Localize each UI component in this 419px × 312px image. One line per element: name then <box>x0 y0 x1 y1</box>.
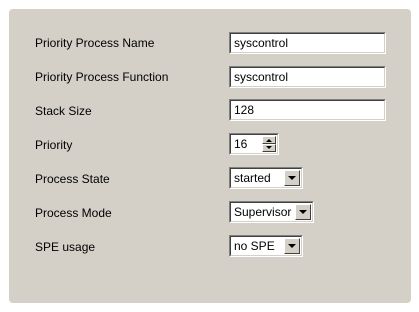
priority-process-name-row: Priority Process Name syscontrol <box>9 31 411 55</box>
priority-process-name-label: Priority Process Name <box>35 36 155 50</box>
priority-process-function-input[interactable]: syscontrol <box>229 66 386 88</box>
priority-value: 16 <box>234 137 248 151</box>
chevron-down-icon <box>288 176 296 180</box>
spin-up-icon <box>266 139 272 142</box>
process-state-label: Process State <box>35 172 110 186</box>
spin-down-icon <box>266 146 272 149</box>
process-state-value: started <box>234 171 271 185</box>
spe-usage-select[interactable]: no SPE <box>229 235 303 257</box>
process-state-select[interactable]: started <box>229 167 303 189</box>
process-state-dropdown-button[interactable] <box>284 170 300 186</box>
stack-size-label: Stack Size <box>35 104 92 118</box>
spe-usage-value: no SPE <box>234 239 275 253</box>
priority-spinner[interactable]: 16 <box>229 133 279 155</box>
priority-label: Priority <box>35 138 73 152</box>
process-mode-row: Process Mode Supervisor <box>9 201 411 225</box>
stack-size-input[interactable]: 128 <box>229 99 386 121</box>
spe-usage-label: SPE usage <box>35 240 96 254</box>
chevron-down-icon <box>299 210 307 214</box>
stack-size-value: 128 <box>234 103 255 117</box>
stack-size-row: Stack Size 128 <box>9 99 411 123</box>
process-mode-dropdown-button[interactable] <box>295 204 311 220</box>
priority-row: Priority 16 <box>9 133 411 157</box>
process-mode-select[interactable]: Supervisor <box>229 201 314 223</box>
priority-process-function-value: syscontrol <box>234 70 289 84</box>
spin-down-button[interactable] <box>262 144 276 152</box>
chevron-down-icon <box>288 244 296 248</box>
process-settings-panel: Priority Process Name syscontrol Priorit… <box>9 9 411 303</box>
process-mode-value: Supervisor <box>234 205 292 219</box>
priority-process-function-label: Priority Process Function <box>35 70 169 84</box>
spin-up-button[interactable] <box>262 136 276 144</box>
spe-usage-dropdown-button[interactable] <box>284 238 300 254</box>
priority-process-function-row: Priority Process Function syscontrol <box>9 65 411 89</box>
priority-process-name-input[interactable]: syscontrol <box>229 32 386 54</box>
spe-usage-row: SPE usage no SPE <box>9 235 411 259</box>
process-state-row: Process State started <box>9 167 411 191</box>
priority-process-name-value: syscontrol <box>234 36 289 50</box>
process-mode-label: Process Mode <box>35 206 112 220</box>
